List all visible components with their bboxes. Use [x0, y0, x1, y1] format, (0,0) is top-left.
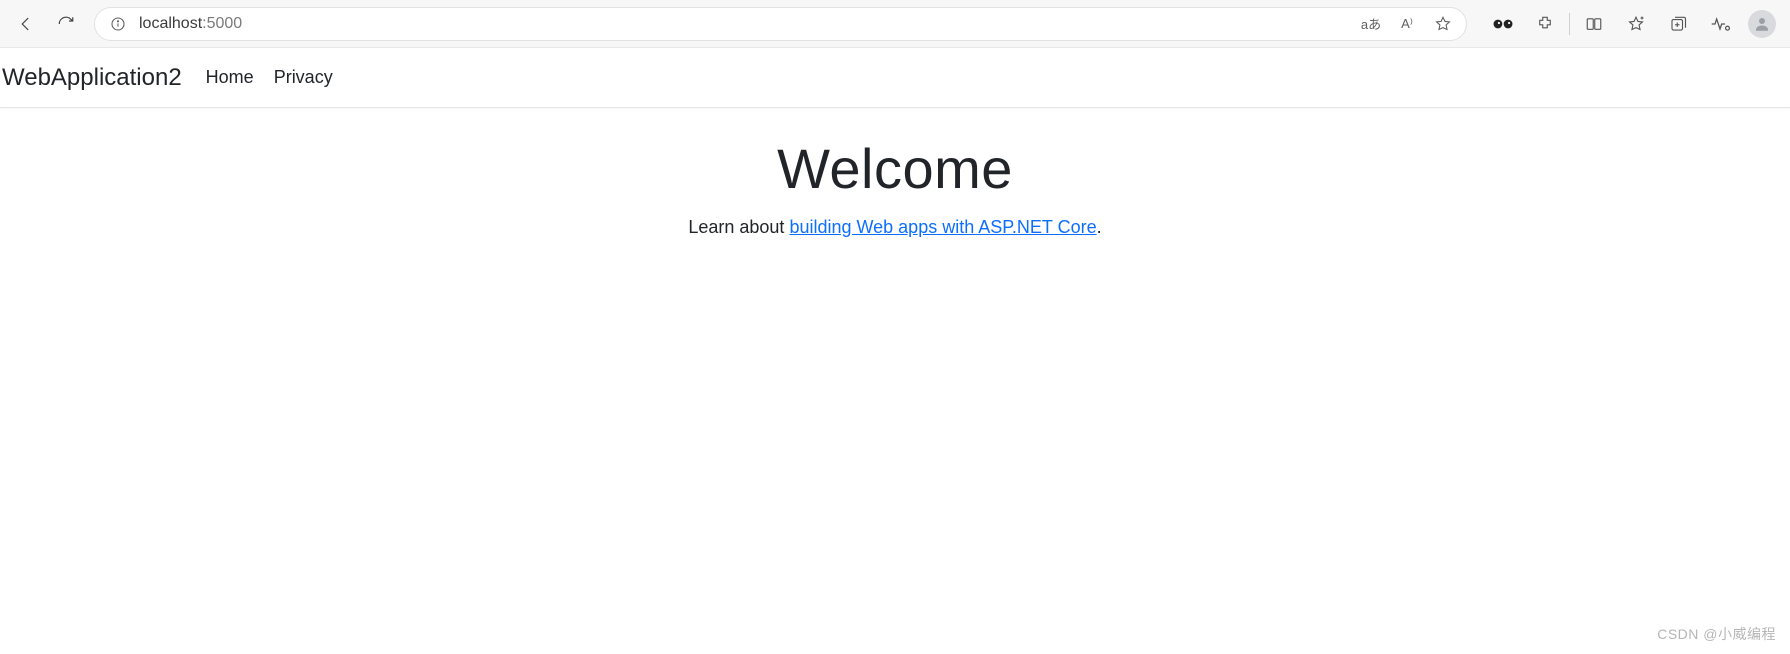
extensions-icon[interactable] [1525, 6, 1565, 42]
page-content: WebApplication2 Home Privacy Welcome Lea… [0, 48, 1790, 238]
toolbar-separator [1569, 13, 1570, 35]
site-info-icon[interactable] [107, 13, 129, 35]
lead-prefix: Learn about [688, 217, 789, 237]
url-text: localhost:5000 [139, 15, 1356, 33]
profile-button[interactable] [1742, 6, 1782, 42]
performance-icon[interactable] [1700, 6, 1740, 42]
browser-toolbar: localhost:5000 aあ A⁾ [0, 0, 1790, 48]
back-button[interactable] [8, 6, 44, 42]
address-bar-right: aあ A⁾ [1356, 9, 1458, 39]
refresh-button[interactable] [48, 6, 84, 42]
url-port: :5000 [202, 15, 242, 32]
nav-link-home[interactable]: Home [206, 67, 254, 88]
hero: Welcome Learn about building Web apps wi… [0, 108, 1790, 238]
watermark: CSDN @小威编程 [1657, 624, 1776, 644]
refresh-icon [57, 15, 75, 33]
read-aloud-icon[interactable]: A⁾ [1392, 9, 1422, 39]
lead-suffix: . [1097, 217, 1102, 237]
toolbar-right [1477, 6, 1782, 42]
lead-text: Learn about building Web apps with ASP.N… [0, 217, 1790, 238]
split-screen-icon[interactable] [1574, 6, 1614, 42]
address-bar[interactable]: localhost:5000 aあ A⁾ [94, 7, 1467, 41]
eyes-icon[interactable] [1483, 6, 1523, 42]
favorite-icon[interactable] [1428, 9, 1458, 39]
brand-link[interactable]: WebApplication2 [0, 64, 182, 92]
lead-link[interactable]: building Web apps with ASP.NET Core [789, 217, 1096, 237]
profile-avatar-icon [1748, 10, 1776, 38]
nav-links: Home Privacy [206, 67, 333, 88]
translate-icon[interactable]: aあ [1356, 9, 1386, 39]
url-host: localhost [139, 15, 202, 32]
collections-icon[interactable] [1658, 6, 1698, 42]
page-title: Welcome [0, 136, 1790, 201]
nav-link-privacy[interactable]: Privacy [274, 67, 333, 88]
favorites-icon[interactable] [1616, 6, 1656, 42]
site-nav: WebApplication2 Home Privacy [0, 48, 1790, 108]
arrow-left-icon [17, 15, 35, 33]
